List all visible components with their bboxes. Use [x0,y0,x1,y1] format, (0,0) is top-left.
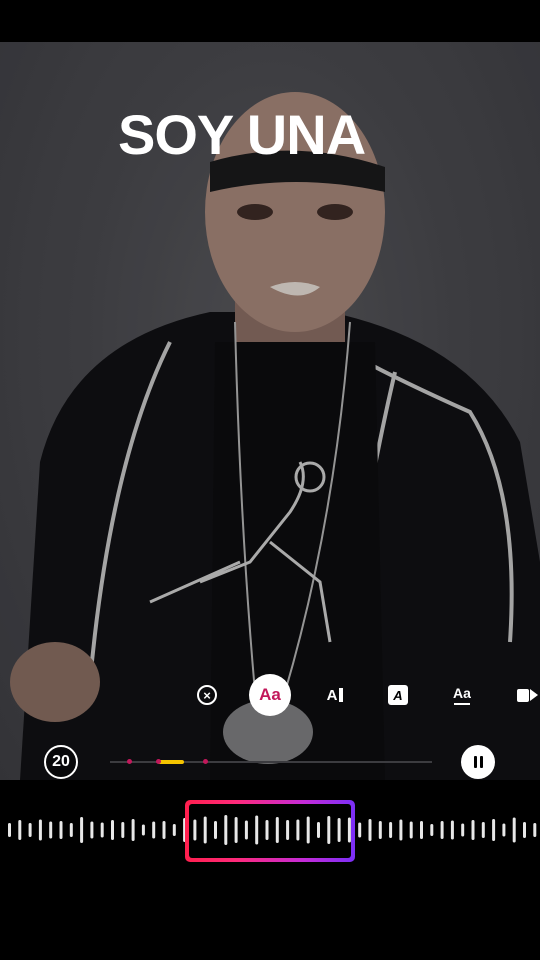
text-timing-track[interactable] [110,759,432,764]
boxed-text-button[interactable]: A [387,674,409,716]
close-icon: × [197,685,217,705]
timeline-marker-mid [156,759,161,764]
waveform-bar [265,820,269,840]
waveform-bar [317,822,320,838]
audio-waveform-selected [193,815,351,845]
video-effect-arrow-icon [529,689,538,701]
waveform-bar [193,819,197,841]
pause-button[interactable] [461,745,495,779]
waveform-bar [286,820,290,840]
waveform-bar [234,817,238,843]
pause-icon-bar-right [479,756,483,768]
underline-text-icon: Aa [453,685,471,701]
waveform-bar [244,820,248,840]
waveform-bar [296,819,300,841]
waveform-bar [203,816,207,844]
waveform-bar [337,818,341,842]
waveform-bar [214,821,217,839]
video-effect-icon [516,688,529,702]
boxed-text-icon: A [388,685,408,705]
waveform-bar [275,817,279,843]
top-bar [0,0,540,42]
timeline-marker-end [203,759,208,764]
underline-bar [454,703,470,705]
waveform-bar [347,817,351,843]
waveform-bar [255,815,259,845]
cursor-bar-icon [339,688,344,702]
typewriter-icon: A [326,686,338,704]
waveform-bar [306,816,310,844]
underline-text-button[interactable]: Aa [451,674,473,716]
typewriter-effect-button[interactable]: A [322,674,348,716]
pause-icon-bar-left [473,756,477,768]
duration-counter-button[interactable]: 20 [44,745,78,779]
font-style-button[interactable]: Aa [249,674,291,716]
waveform-bar [327,816,331,844]
more-effects-button[interactable] [514,674,540,716]
close-text-tool-button[interactable]: × [195,674,219,716]
font-style-icon: Aa [249,674,291,716]
timeline-selection[interactable] [158,760,184,764]
timeline-marker-start [127,759,132,764]
story-text-overlay[interactable]: SOY UNA [118,102,366,167]
text-style-toolbar: × Aa A A Aa [0,674,540,716]
waveform-bar [224,815,228,845]
